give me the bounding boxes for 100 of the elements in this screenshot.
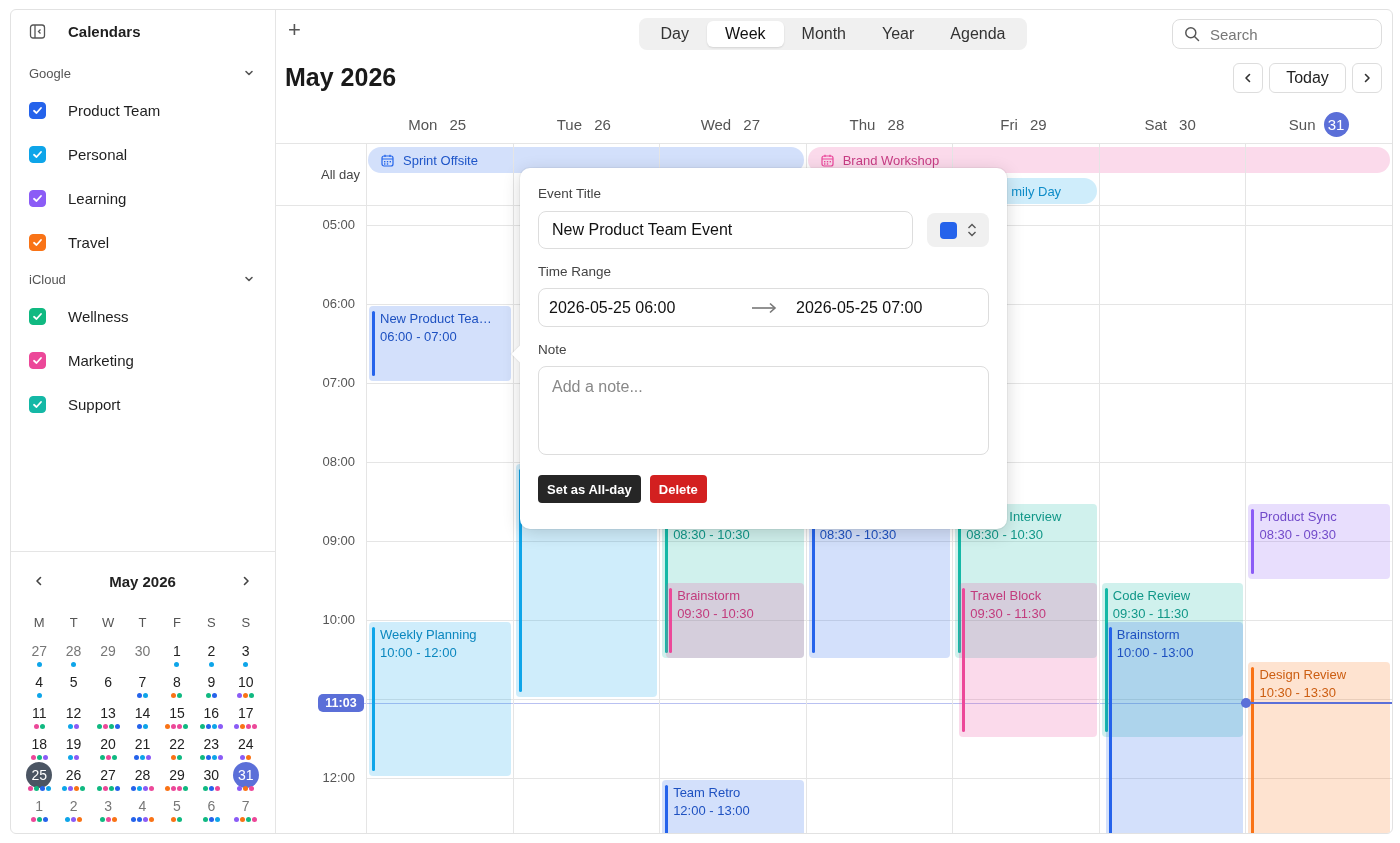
calendar-day[interactable]: 13 <box>99 704 118 722</box>
weekday-label: T <box>137 614 148 630</box>
calendar-day[interactable]: 27 <box>99 766 118 784</box>
event-title: Product Sync <box>1259 507 1338 526</box>
end-time[interactable]: 2026-05-25 07:00 <box>796 298 923 317</box>
field-label: Note <box>538 341 568 359</box>
calendar-day[interactable]: 24 <box>236 735 255 753</box>
event-card[interactable]: New Product Tea… 06:00 - 07:00 <box>369 306 511 381</box>
calendar-day[interactable]: 25 <box>26 762 53 788</box>
calendar-day[interactable]: 23 <box>202 735 221 753</box>
next-button[interactable] <box>1352 62 1382 93</box>
event-card[interactable]: Brainstorm 10:00 - 13:00 <box>1105 622 1244 833</box>
checkbox[interactable] <box>29 233 46 251</box>
today-button[interactable]: Today <box>1269 62 1346 93</box>
calendar-day[interactable]: 30 <box>133 642 152 660</box>
checkbox[interactable] <box>29 145 46 163</box>
event-card[interactable]: Team Retro 12:00 - 13:00 <box>662 780 804 833</box>
all-day-event[interactable]: Sprint Offsite <box>368 147 513 173</box>
calendar-day[interactable]: 26 <box>64 766 83 784</box>
calendar-day[interactable]: 15 <box>167 704 186 722</box>
start-time[interactable]: 2026-05-25 06:00 <box>549 298 751 317</box>
calendar-day[interactable]: 9 <box>202 673 221 691</box>
event-time: 08:30 - 10:30 <box>673 525 751 544</box>
note-field[interactable]: Add a note... <box>538 366 989 455</box>
view-tab[interactable]: Week <box>706 21 784 47</box>
calendar-name[interactable]: Personal <box>68 145 128 163</box>
event-title: Team Retro <box>673 784 742 802</box>
calendar-day[interactable]: 3 <box>236 642 255 660</box>
checkmark-icon <box>32 310 43 322</box>
group-header[interactable]: Google <box>29 58 257 88</box>
calendar-name[interactable]: Learning <box>68 189 127 207</box>
calendar-day[interactable]: 1 <box>30 797 49 815</box>
calendar-day[interactable]: 22 <box>167 735 186 753</box>
checkbox[interactable] <box>29 101 46 119</box>
checkbox[interactable] <box>29 307 46 325</box>
calendar-day[interactable]: 11 <box>30 704 49 722</box>
calendar-day[interactable]: 3 <box>99 797 118 815</box>
add-button[interactable]: + <box>284 19 305 41</box>
view-tab[interactable]: Agenda <box>932 21 1024 47</box>
calendar-day[interactable]: 1 <box>167 642 186 660</box>
hour-label: 06:00 <box>321 295 355 313</box>
calendar-name[interactable]: Product Team <box>68 101 161 119</box>
view-tab[interactable]: Year <box>864 21 933 47</box>
event-time: 09:30 - 11:30 <box>1112 604 1190 623</box>
calendar-day[interactable]: 5 <box>64 673 83 691</box>
all-day-button[interactable]: Set as All-day <box>538 475 641 503</box>
calendar-day[interactable]: 4 <box>30 673 49 691</box>
calendar-name[interactable]: Marketing <box>68 351 134 369</box>
group-header[interactable]: iCloud <box>29 264 257 294</box>
calendar-day[interactable]: 5 <box>167 797 186 815</box>
calendar-day[interactable]: 31 <box>232 762 259 788</box>
color-picker-button[interactable] <box>927 213 989 247</box>
calendar-name[interactable]: Travel <box>68 233 110 251</box>
calendar-name[interactable]: Wellness <box>68 307 129 325</box>
event-card[interactable]: Product Sync 08:30 - 09:30 <box>1248 503 1390 579</box>
calendar-day[interactable]: 6 <box>99 673 118 691</box>
calendar-day[interactable]: 19 <box>64 735 83 753</box>
calendar-day[interactable]: 29 <box>99 642 118 660</box>
sidebar-toggle-icon[interactable] <box>29 22 46 40</box>
calendar-day[interactable]: 6 <box>202 797 221 815</box>
checkmark-icon <box>32 398 43 410</box>
calendar-day[interactable]: 28 <box>64 642 83 660</box>
calendar-name[interactable]: Support <box>68 395 121 413</box>
calendar-day[interactable]: 7 <box>133 673 152 691</box>
calendar-day[interactable]: 10 <box>236 673 255 691</box>
event-time: 10:00 - 12:00 <box>380 644 458 662</box>
calendar-day[interactable]: 21 <box>133 735 152 753</box>
calendar-day[interactable]: 8 <box>167 673 186 691</box>
checkbox[interactable] <box>29 189 46 207</box>
calendar-day[interactable]: 20 <box>99 735 118 753</box>
checkmark-icon <box>32 104 43 116</box>
title-field[interactable]: New Product Team Event <box>538 211 913 249</box>
calendar-day[interactable]: 30 <box>202 766 221 784</box>
view-tab[interactable]: Month <box>783 21 864 47</box>
sidebar-title: Calendars <box>68 22 141 40</box>
event-title: Design Review <box>1259 665 1348 684</box>
calendar-day[interactable]: 17 <box>236 704 255 722</box>
calendar-day[interactable]: 18 <box>30 735 49 753</box>
checkbox[interactable] <box>29 395 46 413</box>
search-field[interactable]: Search <box>1172 19 1382 49</box>
event-title: Brainstorm <box>1116 626 1181 644</box>
view-tab[interactable]: Day <box>642 21 707 47</box>
day-number: 30 <box>1178 115 1197 133</box>
calendar-day[interactable]: 2 <box>64 797 83 815</box>
calendar-day[interactable]: 4 <box>133 797 152 815</box>
field-label: Event Title <box>538 185 603 203</box>
checkbox[interactable] <box>29 351 46 369</box>
calendar-day[interactable]: 28 <box>133 766 152 784</box>
calendar-day[interactable]: 7 <box>236 797 255 815</box>
day-number: 29 <box>1028 115 1048 133</box>
calendar-day[interactable]: 12 <box>64 704 83 722</box>
calendar-day[interactable]: 16 <box>202 704 221 722</box>
calendar-day[interactable]: 29 <box>167 766 186 784</box>
time-range-field[interactable]: 2026-05-25 06:00 2026-05-25 07:00 <box>538 288 989 327</box>
previous-button[interactable] <box>1233 62 1263 93</box>
calendar-day[interactable]: 14 <box>133 704 152 722</box>
calendar-day[interactable]: 2 <box>202 642 221 660</box>
event-time: 10:30 - 13:30 <box>1259 683 1338 702</box>
calendar-day[interactable]: 27 <box>30 642 49 660</box>
delete-button[interactable]: Delete <box>649 475 707 503</box>
